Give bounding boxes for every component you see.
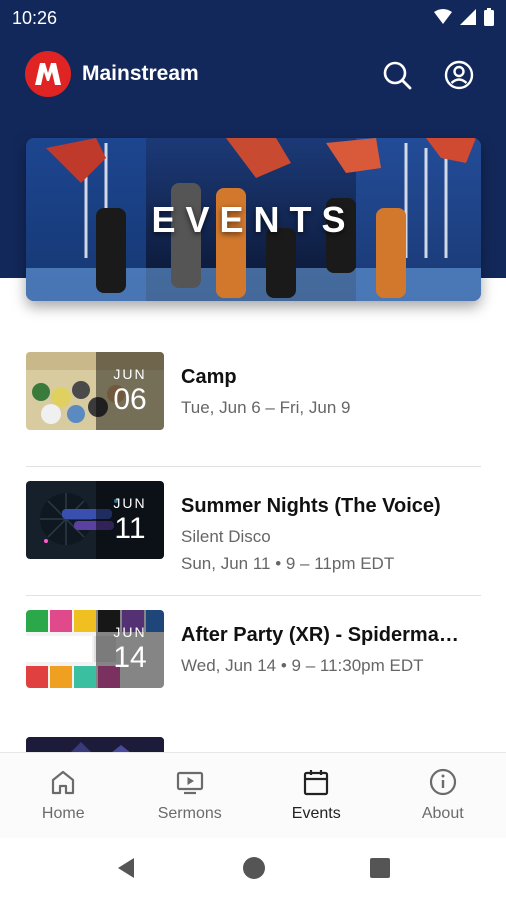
event-date: Sun, Jun 11 • 9 – 11pm EDT <box>181 554 395 573</box>
event-month: JUN <box>113 495 147 511</box>
event-item[interactable]: JUN 06 Camp Tue, Jun 6 – Fri, Jun 9 <box>26 338 481 467</box>
tv-icon <box>176 771 203 795</box>
event-thumbnail: JUN 06 <box>26 352 164 430</box>
status-bar: 10:26 <box>0 0 506 36</box>
bottom-nav: Home Sermons Events About <box>0 752 506 839</box>
banner-title: EVENTS <box>151 198 356 240</box>
event-month: JUN <box>113 624 147 640</box>
nav-sermons[interactable]: Sermons <box>127 753 254 839</box>
event-day: 11 <box>114 512 146 545</box>
calendar-icon <box>304 770 329 796</box>
date-overlay: JUN 11 <box>96 481 164 559</box>
back-icon[interactable] <box>112 854 140 882</box>
event-thumbnail: JUN 11 <box>26 481 164 559</box>
battery-icon <box>484 8 494 26</box>
wifi-icon <box>434 9 452 24</box>
event-text: After Party (XR) - Spiderma… Wed, Jun 14… <box>181 624 481 676</box>
events-list: JUN 06 Camp Tue, Jun 6 – Fri, Jun 9 JUN … <box>26 338 481 724</box>
nav-events[interactable]: Events <box>253 753 380 839</box>
event-title: Summer Nights (The Voice) <box>181 495 441 517</box>
date-overlay: JUN 06 <box>96 352 164 430</box>
event-day: 06 <box>113 383 147 416</box>
nav-about[interactable]: About <box>380 753 506 839</box>
nav-home[interactable]: Home <box>0 753 127 839</box>
status-icons <box>434 8 494 26</box>
home-icon <box>52 770 75 795</box>
system-nav-bar <box>0 838 506 900</box>
date-overlay: JUN 14 <box>96 610 164 688</box>
event-month: JUN <box>113 366 147 382</box>
account-icon <box>444 60 474 90</box>
nav-label: Sermons <box>157 805 222 822</box>
event-date: Tue, Jun 6 – Fri, Jun 9 <box>181 398 351 417</box>
event-date: Wed, Jun 14 • 9 – 11:30pm EDT <box>181 656 424 675</box>
app-title: Mainstream <box>82 62 199 85</box>
recent-apps-icon[interactable] <box>366 854 394 882</box>
cell-signal-icon <box>460 9 476 25</box>
event-text: Summer Nights (The Voice) Silent Disco S… <box>181 495 481 574</box>
nav-label: Events <box>291 805 341 822</box>
event-item[interactable]: JUN 11 Summer Nights (The Voice) Silent … <box>26 467 481 596</box>
event-thumbnail: JUN 14 <box>26 610 164 688</box>
event-title: After Party (XR) - Spiderma… <box>181 624 459 646</box>
home-circle-icon[interactable] <box>240 854 268 882</box>
event-day: 14 <box>113 641 147 674</box>
nav-label: About <box>421 805 464 822</box>
nav-label: Home <box>41 805 85 822</box>
search-button[interactable] <box>380 58 414 92</box>
event-title: Camp <box>181 366 237 388</box>
app-bar: Mainstream <box>0 50 506 100</box>
event-subtitle: Silent Disco <box>181 527 271 546</box>
m-logo-icon <box>35 63 61 85</box>
account-button[interactable] <box>442 58 476 92</box>
mainstream-logo[interactable] <box>25 51 71 97</box>
events-banner: EVENTS <box>26 138 481 301</box>
event-item[interactable]: JUN 14 After Party (XR) - Spiderma… Wed,… <box>26 596 481 724</box>
info-icon <box>429 768 456 796</box>
search-icon <box>383 61 412 90</box>
status-time: 10:26 <box>12 8 58 28</box>
event-text: Camp Tue, Jun 6 – Fri, Jun 9 <box>181 366 481 418</box>
